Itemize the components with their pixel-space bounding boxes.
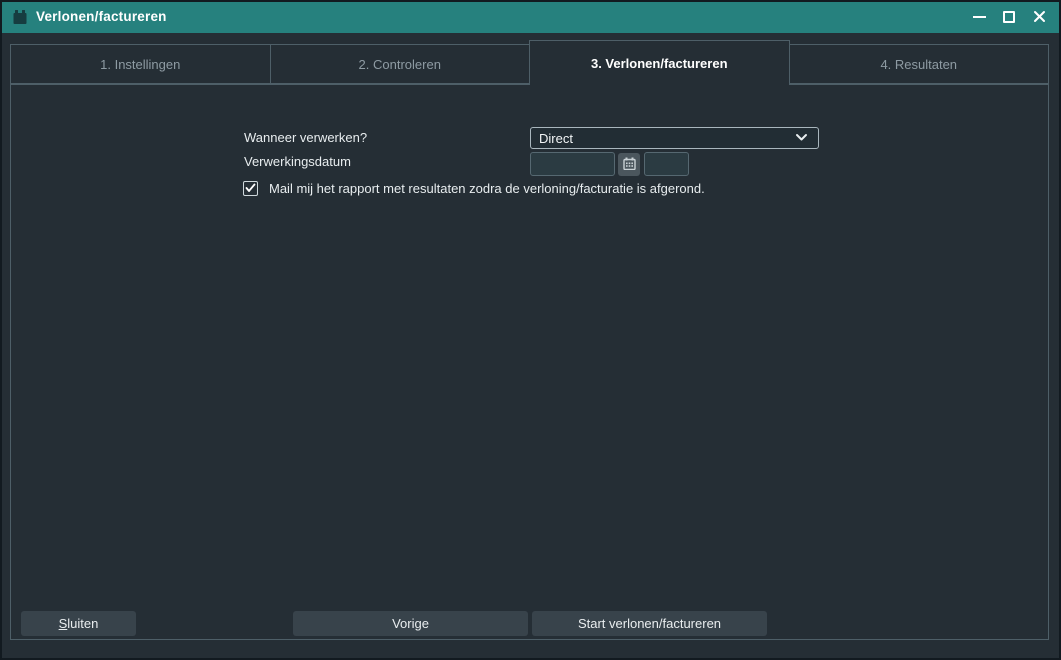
tab-instellingen[interactable]: 1. Instellingen [10, 44, 271, 84]
vorige-label: Vorige [392, 616, 429, 631]
dialog-window: Verlonen/factureren 1. Instellingen 2. C… [0, 0, 1061, 660]
vorige-button[interactable]: Vorige [293, 611, 528, 636]
start-label: Start verlonen/factureren [578, 616, 721, 631]
maximize-icon[interactable] [997, 4, 1021, 30]
close-icon[interactable] [1027, 4, 1051, 30]
tab-controleren[interactable]: 2. Controleren [270, 44, 531, 84]
titlebar[interactable]: Verlonen/factureren [0, 0, 1061, 33]
tab-label: 1. Instellingen [100, 57, 180, 72]
sluiten-accelerator: S [59, 616, 68, 631]
tab-label: 3. Verlonen/factureren [591, 56, 728, 71]
sluiten-label-rest: luiten [67, 616, 98, 631]
when-dropdown-value: Direct [539, 131, 795, 146]
content-panel [10, 84, 1049, 640]
tab-verlonen-factureren[interactable]: 3. Verlonen/factureren [529, 40, 790, 85]
window-title: Verlonen/factureren [36, 9, 167, 24]
calendar-icon [12, 9, 28, 25]
tab-label: 4. Resultaten [880, 57, 957, 72]
wizard-tabs: 1. Instellingen 2. Controleren 3. Verlon… [10, 44, 1049, 84]
tab-label: 2. Controleren [359, 57, 441, 72]
when-dropdown[interactable]: Direct [530, 127, 819, 149]
chevron-down-icon [795, 129, 808, 147]
sluiten-button[interactable]: Sluiten [21, 611, 136, 636]
start-verlonen-factureren-button[interactable]: Start verlonen/factureren [532, 611, 767, 636]
minimize-icon[interactable] [967, 4, 991, 30]
tab-resultaten[interactable]: 4. Resultaten [789, 44, 1050, 84]
